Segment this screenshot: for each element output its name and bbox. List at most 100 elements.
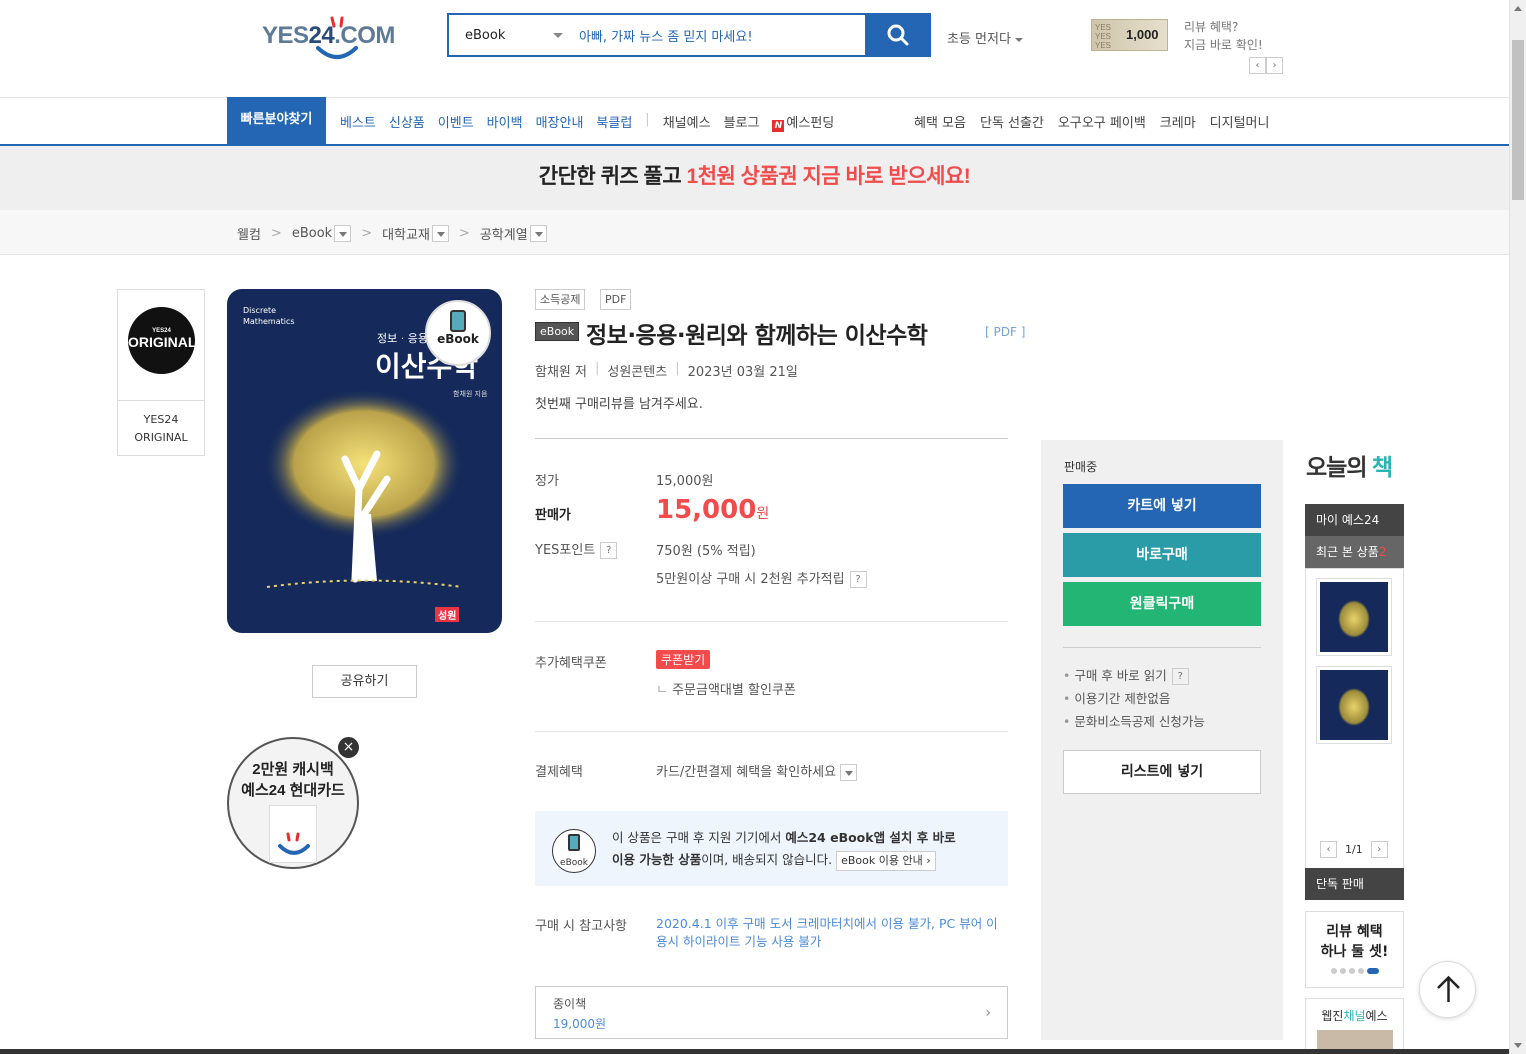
cover-author: 함채원 지음 (453, 390, 488, 398)
close-icon[interactable]: × (338, 737, 359, 758)
main-nav: 베스트 신상품 이벤트 바이백 매장안내 북클럽 | 채널예스 블로그 N 예스펀… (340, 112, 860, 132)
chevron-down-icon[interactable] (431, 225, 449, 242)
nav-best[interactable]: 베스트 (340, 112, 376, 132)
webzine-banner[interactable]: 웹진채널예스 (1305, 998, 1404, 1054)
nav-exclusive[interactable]: 단독 선출간 (980, 112, 1044, 131)
original-label: YES24 ORIGINAL (134, 413, 188, 444)
today-book-heading[interactable]: 오늘의 책 (1306, 448, 1393, 482)
one-click-buy-button[interactable]: 원클릭구매 (1063, 582, 1261, 626)
vertical-scrollbar[interactable] (1509, 0, 1526, 1054)
nav-channelyes[interactable]: 채널예스 (663, 112, 711, 132)
buy-now-button[interactable]: 바로구매 (1063, 533, 1261, 577)
breadcrumb-welcome[interactable]: 웰컴 (237, 224, 261, 243)
feature-item: 문화비소득공제 신청가능 (1063, 710, 1204, 733)
ebook-guide-button[interactable]: eBook 이용 안내 › (836, 851, 936, 871)
breadcrumb-ebook[interactable]: eBook (292, 226, 332, 241)
help-icon[interactable]: ? (1171, 668, 1189, 685)
review-benefit-banner[interactable]: 리뷰 혜택 하나 둘 셋! (1305, 911, 1404, 988)
yes24-logo[interactable]: YES24.COM (262, 8, 414, 64)
cover-english-title: Discrete Mathematics (243, 306, 295, 326)
tag-tax-deduction: 소득공제 (535, 289, 586, 310)
coupon-label: 추가혜택쿠폰 (535, 656, 607, 671)
ref-label: 구매 시 참고사항 (535, 919, 627, 934)
sale-price-label: 판매가 (535, 508, 571, 523)
arrow-up-icon (1437, 975, 1460, 1002)
share-button[interactable]: 공유하기 (312, 665, 417, 698)
review-promo-text[interactable]: 리뷰 혜택? 지금 바로 확인! (1184, 18, 1263, 54)
product-meta: 함채원 저 | 성원콘텐츠 | 2023년 03월 21일 (535, 361, 798, 380)
nav-event[interactable]: 이벤트 (438, 112, 474, 132)
nav-new[interactable]: 신상품 (389, 112, 425, 132)
search-input[interactable] (569, 27, 849, 43)
carousel-dots (1306, 968, 1403, 974)
breadcrumb: 웰컴 > eBook > 대학교재 > 공학계열 (237, 224, 547, 243)
purchase-panel: 판매중 카트에 넣기 바로구매 원클릭구매 구매 후 바로 읽기? 이용기간 제… (1041, 440, 1283, 1040)
nav-buyback[interactable]: 바이백 (487, 112, 523, 132)
next-page-button[interactable]: › (1370, 841, 1388, 858)
chevron-down-icon (553, 32, 563, 38)
keyword-dropdown[interactable]: 초등 먼저다 (947, 28, 1023, 47)
quiz-banner[interactable]: 간단한 퀴즈 풀고 1천원 상품권 지금 바로 받으세요! (0, 146, 1509, 210)
add-to-list-button[interactable]: 리스트에 넣기 (1063, 750, 1261, 794)
scroll-to-top-button[interactable] (1419, 961, 1476, 1018)
paper-book-link[interactable]: 종이책 19,000원 › (535, 986, 1008, 1039)
prev-arrow-button[interactable]: ‹ (1249, 57, 1266, 74)
recent-item-thumbnail[interactable] (1316, 578, 1392, 656)
help-icon[interactable]: ? (600, 542, 618, 559)
list-price-label: 정가 (535, 474, 559, 489)
ebook-badge: eBook (425, 300, 491, 366)
exclusive-sale-link[interactable]: 단독 판매 (1305, 868, 1404, 900)
nav-bookclub[interactable]: 북클럽 (596, 112, 632, 132)
search-box: eBook (447, 13, 867, 57)
publisher-link[interactable]: 성원콘텐츠 (607, 361, 667, 380)
prev-page-button[interactable]: ‹ (1320, 841, 1337, 858)
ebook-device-icon (450, 310, 466, 332)
nav-crema[interactable]: 크레마 (1160, 112, 1196, 131)
points-extra: 5만원이상 구매 시 2천원 추가적립? (656, 568, 867, 588)
chevron-right-icon: › (985, 1005, 991, 1021)
chevron-down-icon[interactable] (840, 764, 858, 781)
nav-benefits[interactable]: 혜택 모음 (914, 112, 966, 131)
recent-pager: ‹ 1/1 › (1320, 841, 1388, 858)
gift-voucher-image[interactable]: YES YES YES 1,000 (1091, 19, 1168, 51)
my-yes24-link[interactable]: 마이 예스24 (1305, 504, 1404, 536)
nav-funding[interactable]: N 예스펀딩 (772, 112, 847, 132)
cover-publisher: 성원 (435, 607, 460, 622)
sale-price: 15,000원 (656, 495, 770, 525)
payment-label: 결제혜택 (535, 765, 583, 780)
breadcrumb-engineering[interactable]: 공학계열 (480, 224, 528, 243)
next-arrow-button[interactable]: › (1266, 57, 1283, 74)
credit-card-image (269, 805, 317, 863)
recent-item-thumbnail[interactable] (1316, 666, 1392, 744)
author-link[interactable]: 함채원 저 (535, 361, 587, 380)
original-logo: YES24 ORIGINAL (128, 307, 196, 374)
nav-digital-money[interactable]: 디지털머니 (1210, 112, 1270, 131)
webzine-image (1316, 1030, 1393, 1050)
divider (535, 621, 1008, 622)
chevron-down-icon[interactable] (334, 225, 352, 242)
nav-store[interactable]: 매장안내 (536, 112, 584, 132)
cashback-card-promo[interactable]: 2만원 캐시백 예스24 현대카드 (227, 737, 359, 869)
get-coupon-button[interactable]: 쿠폰받기 (656, 650, 711, 669)
promo-arrows: ‹ › (1249, 57, 1283, 74)
breadcrumb-bar (0, 210, 1509, 255)
help-icon[interactable]: ? (849, 571, 867, 588)
search-button[interactable] (865, 13, 931, 57)
ebook-tag: eBook (535, 322, 580, 341)
yes24-original-badge[interactable]: YES24 ORIGINAL YES24 ORIGINAL (117, 289, 205, 456)
divider (535, 731, 1008, 732)
nav-blog[interactable]: 블로그 (724, 112, 760, 132)
chevron-down-icon[interactable] (529, 225, 547, 242)
points-label: YES포인트? (535, 539, 618, 559)
recent-items-header[interactable]: 최근 본 상품2 (1305, 536, 1404, 568)
breadcrumb-textbook[interactable]: 대학교재 (382, 224, 430, 243)
search-category-select[interactable]: eBook (449, 28, 569, 43)
payment-detail[interactable]: 카드/간편결제 혜택을 확인하세요 (656, 761, 858, 781)
first-review-link[interactable]: 첫번째 구매리뷰를 남겨주세요. (535, 393, 703, 412)
funding-n-icon: N (772, 120, 785, 132)
ref-note: 2020.4.1 이후 구매 도서 크레마터치에서 이용 불가, PC 뷰어 이… (656, 916, 998, 949)
add-to-cart-button[interactable]: 카트에 넣기 (1063, 484, 1261, 528)
nav-payback[interactable]: 오구오구 페이백 (1058, 112, 1146, 131)
quick-category-button[interactable]: 빠른분야찾기 (227, 97, 326, 144)
panel-features: 구매 후 바로 읽기? 이용기간 제한없음 문화비소득공제 신청가능 (1063, 664, 1205, 733)
